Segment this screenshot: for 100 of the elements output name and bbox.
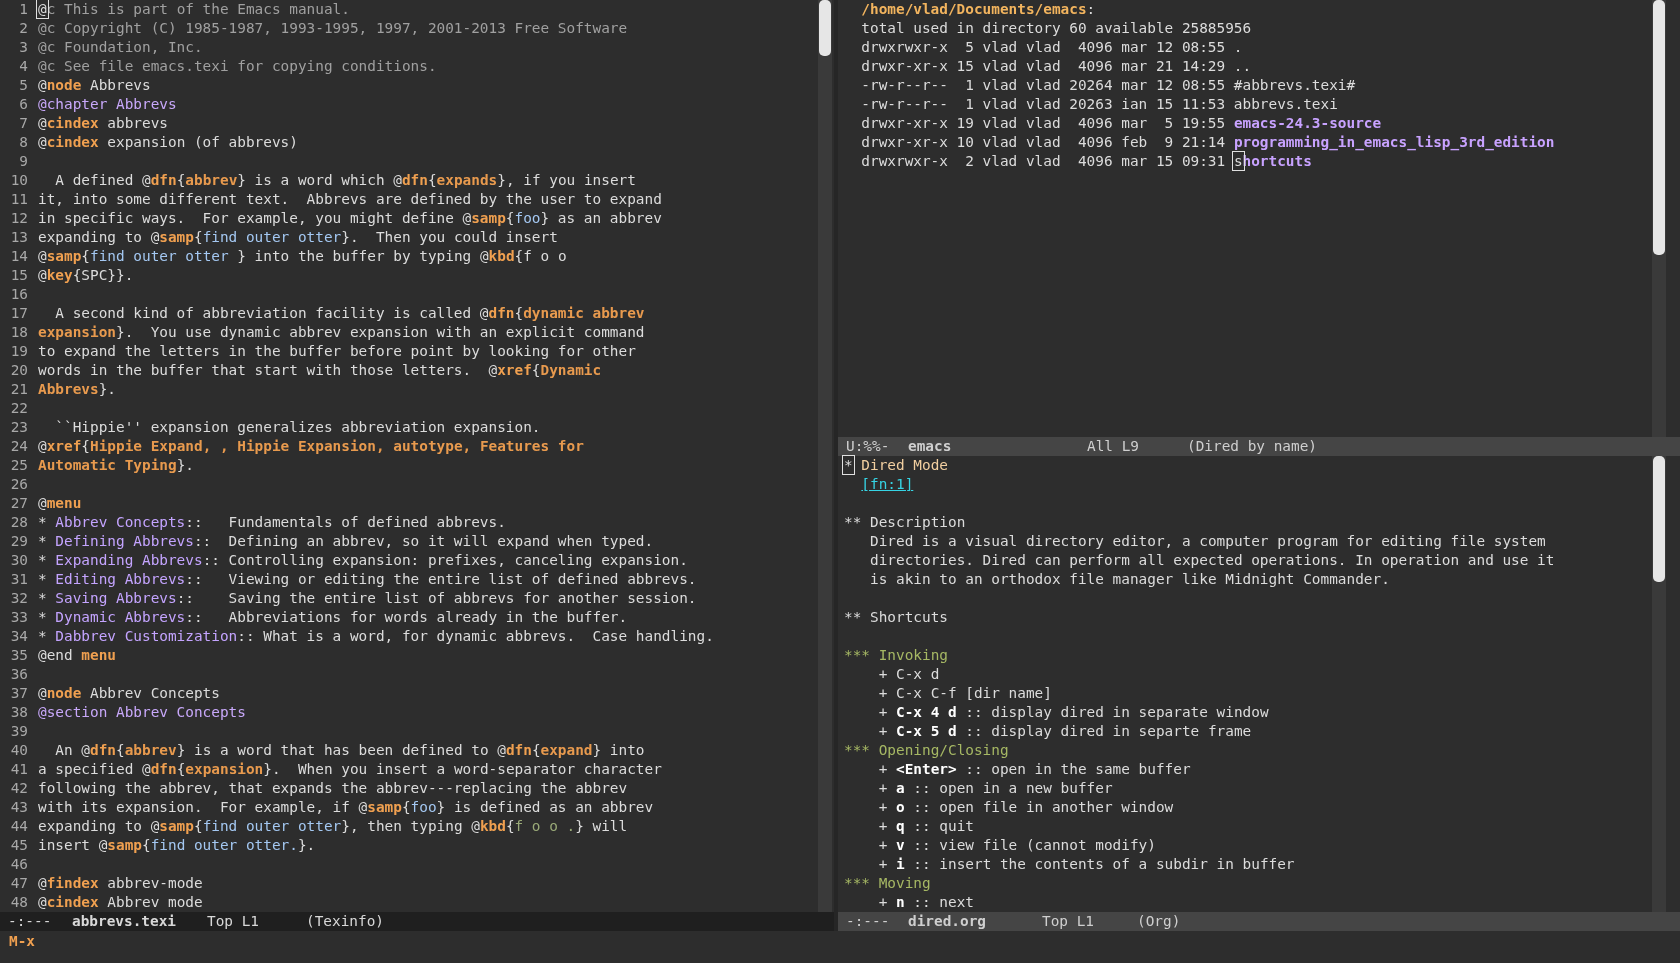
line-number: 45 <box>9 836 29 855</box>
line-number: 17 <box>9 304 29 323</box>
code-line: @c Copyright (C) 1985-1987, 1993-1995, 1997, 2001-2013 Free Software <box>38 19 628 38</box>
scrollbar-thumb[interactable] <box>1653 456 1665 582</box>
buffer-name: emacs <box>908 437 953 456</box>
line-number: 35 <box>9 646 29 665</box>
line-number: 28 <box>9 513 29 532</box>
code-line: ``Hippie'' expansion generalizes abbreviation expansion. <box>54 418 541 437</box>
buffer-name: abbrevs.texi <box>72 912 177 931</box>
code-line: @c See file emacs.texi for copying conditions. <box>38 57 437 76</box>
code-line: expanding to @samp{find outer otter}, then typing @kbd{f o o .} will <box>38 817 628 836</box>
code-line: + C-x 5 d :: display dired in separte frame <box>877 722 1253 741</box>
line-number: 1 <box>18 0 29 19</box>
code-line: [fn:1] <box>860 475 915 494</box>
line-number: 24 <box>9 437 29 456</box>
code-line: @cindex abbrevs <box>38 114 168 133</box>
line-number: 47 <box>9 874 29 893</box>
line-number: 27 <box>9 494 29 513</box>
line-number: 31 <box>9 570 29 589</box>
code-line: expanding to @samp{find outer otter}. Then you could insert <box>38 228 558 247</box>
scrollbar[interactable] <box>1652 0 1666 437</box>
code-line: *** Invoking <box>844 646 949 665</box>
line-number: 21 <box>9 380 29 399</box>
code-line: it, into some different text. Abbrevs are defined by the user to expand <box>38 190 662 209</box>
cursor-position: All L9 <box>1087 437 1140 456</box>
line-number: 5 <box>18 76 29 95</box>
code-line: @cindex Abbrev mode <box>38 893 203 912</box>
code-line: @section Abbrev Concepts <box>38 703 246 722</box>
line-number: 12 <box>9 209 29 228</box>
modified-status: -:--- <box>8 912 53 931</box>
code-line: @node Abbrev Concepts <box>38 684 220 703</box>
code-line: ** Description <box>844 513 967 532</box>
line-number: 20 <box>9 361 29 380</box>
minibuffer-prompt: M-x <box>9 933 35 949</box>
code-line: a specified @dfn{expansion}. When you insert a word-separator character <box>38 760 662 779</box>
code-line: -rw-r--r-- 1 vlad vlad 20263 ian 15 11:53 abbrevs.texi <box>861 95 1339 114</box>
line-number: 34 <box>9 627 29 646</box>
scrollbar[interactable] <box>818 0 832 912</box>
line-number: 9 <box>18 152 29 171</box>
line-number: 11 <box>9 190 29 209</box>
code-line: words in the buffer that start with those letters. @xref{Dynamic <box>38 361 602 380</box>
code-line: @findex abbrev-mode <box>38 874 203 893</box>
line-number: 36 <box>9 665 29 684</box>
line-number: 26 <box>9 475 29 494</box>
code-line: to expand the letters in the buffer before point by looking for other <box>38 342 636 361</box>
code-line: + <Enter> :: open in the same buffer <box>877 760 1192 779</box>
code-line: ** Shortcuts <box>844 608 949 627</box>
code-line: * Defining Abbrevs:: Defining an abbrev, so it will expand when typed. <box>38 532 654 551</box>
code-line: -rw-r--r-- 1 vlad vlad 20264 mar 12 08:55 #abbrevs.texi# <box>861 76 1357 95</box>
line-number: 46 <box>9 855 29 874</box>
line-number: 22 <box>9 399 29 418</box>
line-number: 4 <box>18 57 29 76</box>
code-line: * Saving Abbrevs:: Saving the entire list of abbrevs for another session. <box>38 589 697 608</box>
code-line: @samp{find outer otter } into the buffer by typing @kbd{f o o <box>38 247 567 266</box>
line-number: 10 <box>9 171 29 190</box>
code-line: drwxr-xr-x 15 vlad vlad 4096 mar 21 14:29 .. <box>861 57 1253 76</box>
code-line: + v :: view file (cannot modify) <box>877 836 1157 855</box>
line-number: 18 <box>9 323 29 342</box>
scrollbar[interactable] <box>1652 456 1666 912</box>
code-line: insert @samp{find outer otter.}. <box>38 836 316 855</box>
code-line: A defined @dfn{abbrev} is a word which @dfn{expands}, if you insert <box>54 171 636 190</box>
line-number: 32 <box>9 589 29 608</box>
code-line: with its expansion. For example, if @samp{foo} is defined as an abbrev <box>38 798 654 817</box>
code-line: * Abbrev Concepts:: Fundamentals of defined abbrevs. <box>38 513 506 532</box>
code-line: drwxr-xr-x 10 vlad vlad 4096 feb 9 21:14 programming_in_emacs_lisp_3rd_edition <box>861 133 1556 152</box>
code-line: @cindex expansion (of abbrevs) <box>38 133 298 152</box>
major-mode: (Dired by name) <box>1187 437 1318 456</box>
line-number: 40 <box>9 741 29 760</box>
line-number: 16 <box>9 285 29 304</box>
modified-status: -:--- <box>846 912 891 931</box>
code-line: * Expanding Abbrevs:: Controlling expansion: prefixes, canceling expansion. <box>38 551 688 570</box>
code-line: * Dynamic Abbrevs:: Abbreviations for words already in the buffer. <box>38 608 628 627</box>
line-number: 6 <box>18 95 29 114</box>
code-line: @end menu <box>38 646 116 665</box>
line-number: 42 <box>9 779 29 798</box>
line-number: 8 <box>18 133 29 152</box>
line-number: 30 <box>9 551 29 570</box>
line-number: 25 <box>9 456 29 475</box>
code-line: Abbrevs}. <box>38 380 116 399</box>
code-line: * Dired Mode <box>844 456 949 475</box>
code-line: *** Moving <box>844 874 932 893</box>
code-line: /home/vlad/Documents/emacs: <box>861 0 1097 19</box>
code-line: @key{SPC}}. <box>38 266 134 285</box>
line-number: 19 <box>9 342 29 361</box>
line-number: 29 <box>9 532 29 551</box>
scrollbar-thumb[interactable] <box>819 0 831 56</box>
line-number: 44 <box>9 817 29 836</box>
line-number: 38 <box>9 703 29 722</box>
major-mode: (Org) <box>1137 912 1182 931</box>
code-line: *** Opening/Closing <box>844 741 1010 760</box>
line-number: 48 <box>9 893 29 912</box>
line-number: 41 <box>9 760 29 779</box>
code-line: + n :: next <box>877 893 975 912</box>
scrollbar-thumb[interactable] <box>1653 0 1665 255</box>
line-number: 33 <box>9 608 29 627</box>
code-line: drwxrwxr-x 5 vlad vlad 4096 mar 12 08:55 . <box>861 38 1244 57</box>
code-line: + C-x C-f [dir name] <box>877 684 1053 703</box>
line-number: 14 <box>9 247 29 266</box>
code-line: @chapter Abbrevs <box>38 95 177 114</box>
code-line: + i :: insert the contents of a subdir in buffer <box>877 855 1296 874</box>
